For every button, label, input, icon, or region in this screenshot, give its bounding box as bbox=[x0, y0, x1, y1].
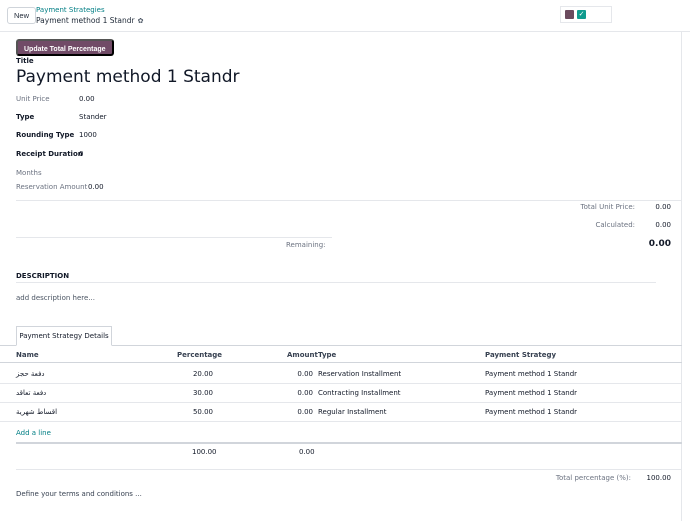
total-percentage-value: 100.00 bbox=[646, 474, 672, 482]
cell-payment-strategy: Payment method 1 Standr bbox=[485, 389, 578, 397]
column-header-payment-strategy[interactable]: Payment Strategy bbox=[485, 351, 556, 359]
calculated-value: 0.00 bbox=[655, 221, 671, 229]
table-header-divider bbox=[0, 362, 682, 363]
total-percentage-label: Total percentage (%): bbox=[555, 474, 631, 482]
calculated-label: Calculated: bbox=[595, 221, 636, 229]
title-label: Title bbox=[16, 57, 34, 65]
cell-amount: 0.00 bbox=[297, 408, 313, 416]
months-label: Months bbox=[16, 169, 42, 177]
terms-and-conditions-field[interactable]: Define your terms and conditions ... bbox=[16, 490, 142, 498]
type-field[interactable]: Stander bbox=[79, 113, 107, 121]
footer-percentage-total: 100.00 bbox=[192, 448, 217, 456]
control-panel: New Payment Strategies Payment method 1 … bbox=[0, 0, 690, 32]
breadcrumb-current-label: Payment method 1 Standr bbox=[36, 16, 135, 25]
divider bbox=[16, 469, 682, 470]
type-label: Type bbox=[16, 113, 35, 121]
cell-payment-strategy: Payment method 1 Standr bbox=[485, 408, 578, 416]
cell-amount: 0.00 bbox=[297, 370, 313, 378]
rounding-type-label: Rounding Type bbox=[16, 131, 75, 139]
check-icon[interactable]: ✓ bbox=[577, 10, 586, 19]
cell-percentage: 50.00 bbox=[192, 408, 213, 416]
gear-icon[interactable]: ✿ bbox=[138, 17, 144, 25]
cell-type: Reservation Installment bbox=[318, 370, 402, 378]
table-row[interactable]: دفعة تعاقد 30.00 0.00 Contracting Instal… bbox=[0, 384, 682, 403]
unit-price-label: Unit Price bbox=[16, 95, 50, 103]
breadcrumb-parent-link[interactable]: Payment Strategies bbox=[36, 6, 105, 14]
tab-payment-strategy-details[interactable]: Payment Strategy Details bbox=[16, 326, 112, 346]
cell-percentage: 20.00 bbox=[192, 370, 213, 378]
column-header-amount[interactable]: Amount bbox=[287, 351, 318, 359]
cell-type: Contracting Installment bbox=[318, 389, 401, 397]
breadcrumb-current: Payment method 1 Standr ✿ bbox=[36, 16, 144, 25]
total-unit-price-value: 0.00 bbox=[655, 203, 671, 211]
divider bbox=[16, 282, 656, 283]
column-header-percentage[interactable]: Percentage bbox=[177, 351, 222, 359]
remaining-value: 0.00 bbox=[648, 239, 671, 249]
table-row[interactable]: اقساط شهرية 50.00 0.00 Regular Installme… bbox=[0, 403, 682, 422]
cell-name: دفعة حجز bbox=[16, 370, 45, 378]
table-footer-divider bbox=[16, 442, 682, 444]
table-row[interactable]: دفعة حجز 20.00 0.00 Reservation Installm… bbox=[0, 365, 682, 384]
column-header-type[interactable]: Type bbox=[318, 351, 336, 359]
description-label: DESCRIPTION bbox=[16, 272, 70, 280]
receipt-duration-field[interactable]: 0 bbox=[79, 150, 83, 158]
description-field[interactable]: add description here... bbox=[16, 294, 95, 302]
receipt-duration-label: Receipt Duration bbox=[16, 150, 83, 158]
status-indicator: ✓ bbox=[560, 6, 612, 23]
cell-amount: 0.00 bbox=[297, 389, 313, 397]
divider bbox=[16, 237, 332, 238]
cell-payment-strategy: Payment method 1 Standr bbox=[485, 370, 578, 378]
form-sheet: Update Total Percentage Title Payment me… bbox=[0, 32, 682, 521]
cell-type: Regular Installment bbox=[318, 408, 387, 416]
unit-price-field[interactable]: 0.00 bbox=[79, 95, 95, 103]
cell-percentage: 30.00 bbox=[192, 389, 213, 397]
add-line-link[interactable]: Add a line bbox=[16, 429, 51, 437]
title-field[interactable]: Payment method 1 Standr bbox=[16, 67, 240, 87]
cell-name: اقساط شهرية bbox=[16, 408, 58, 416]
divider bbox=[16, 200, 682, 201]
record-icon[interactable] bbox=[565, 10, 574, 19]
remaining-label: Remaining: bbox=[286, 241, 326, 249]
total-unit-price-label: Total Unit Price: bbox=[580, 203, 635, 211]
footer-amount-total: 0.00 bbox=[299, 448, 315, 456]
update-total-percentage-button[interactable]: Update Total Percentage bbox=[16, 39, 114, 56]
reservation-amount-label: Reservation Amount bbox=[16, 183, 88, 191]
new-button[interactable]: New bbox=[7, 7, 37, 24]
rounding-type-field[interactable]: 1000 bbox=[79, 131, 97, 139]
column-header-name[interactable]: Name bbox=[16, 351, 39, 359]
cell-name: دفعة تعاقد bbox=[16, 389, 47, 397]
reservation-amount-field[interactable]: 0.00 bbox=[88, 183, 104, 191]
